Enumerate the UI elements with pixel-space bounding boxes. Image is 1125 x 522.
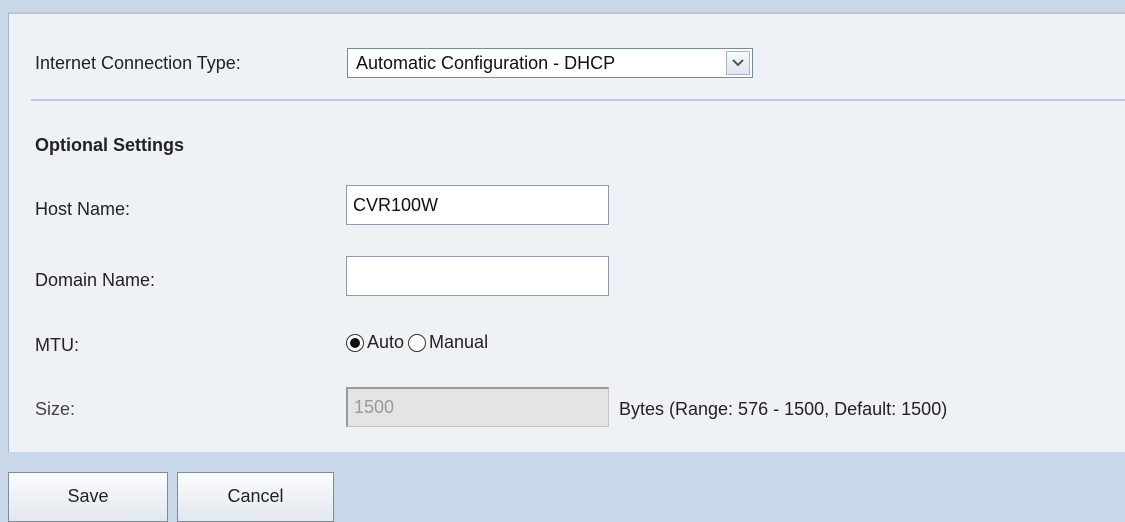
size-label: Size: xyxy=(35,399,76,419)
cancel-button[interactable]: Cancel xyxy=(177,472,334,522)
radio-unselected-icon[interactable] xyxy=(408,333,427,352)
domain-name-label: Domain Name: xyxy=(35,270,156,290)
section-divider xyxy=(31,99,1125,101)
connection-type-label: Internet Connection Type: xyxy=(35,53,241,73)
save-button[interactable]: Save xyxy=(8,472,168,522)
size-range-hint: Bytes (Range: 576 - 1500, Default: 1500) xyxy=(619,399,948,419)
optional-settings-heading: Optional Settings xyxy=(35,135,185,155)
mtu-auto-radio[interactable]: Auto xyxy=(346,332,408,353)
chevron-down-icon[interactable] xyxy=(726,51,750,75)
radio-selected-icon[interactable] xyxy=(346,333,364,352)
settings-panel: Internet Connection Type: Automatic Conf… xyxy=(8,12,1125,452)
host-name-label: Host Name: xyxy=(35,199,131,219)
connection-type-select[interactable]: Automatic Configuration - DHCP xyxy=(347,48,753,78)
mtu-manual-radio[interactable]: Manual xyxy=(408,332,492,353)
domain-name-input[interactable] xyxy=(346,256,609,296)
mtu-auto-label[interactable]: Auto xyxy=(367,332,404,353)
mtu-manual-label[interactable]: Manual xyxy=(429,332,488,353)
mtu-radio-group: Auto Manual xyxy=(346,332,492,353)
size-input xyxy=(346,387,609,427)
host-name-input[interactable] xyxy=(346,185,609,225)
radio-dot xyxy=(350,337,360,348)
mtu-label: MTU: xyxy=(35,335,79,355)
connection-type-value: Automatic Configuration - DHCP xyxy=(356,52,616,73)
